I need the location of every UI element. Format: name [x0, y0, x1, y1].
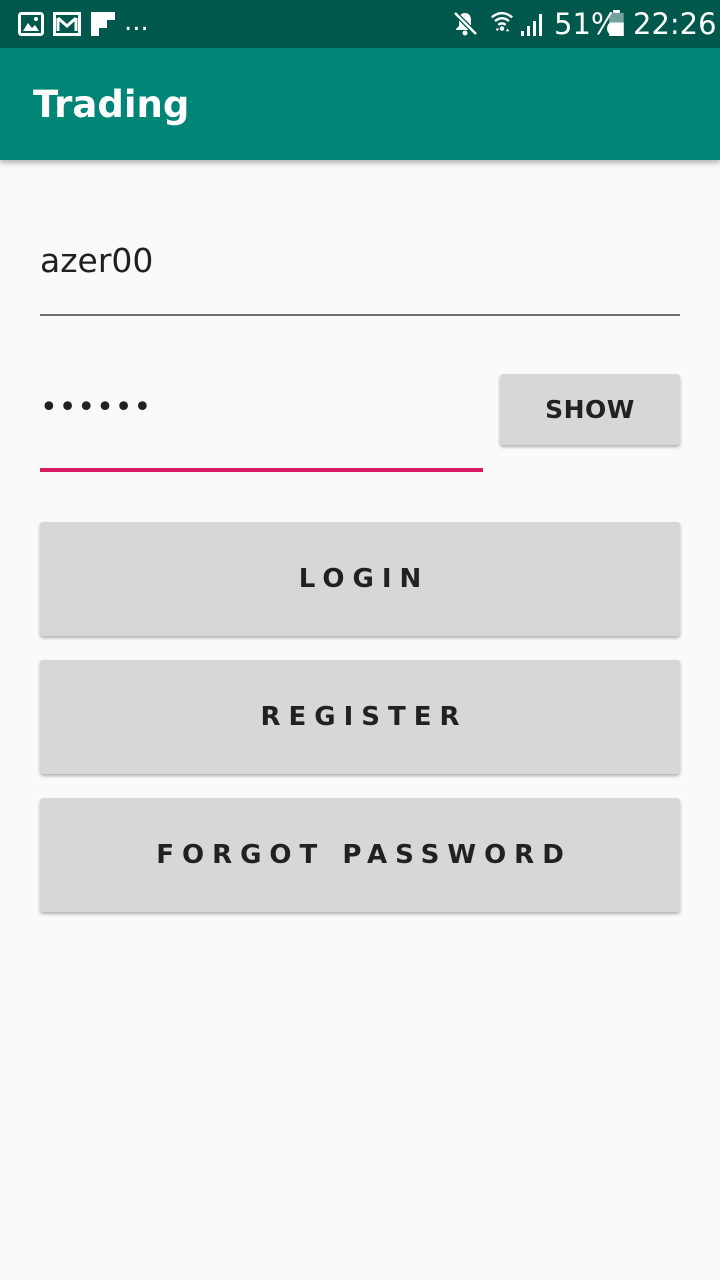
password-field[interactable]: •••••• — [40, 388, 483, 472]
forgot-password-button[interactable]: FORGOT PASSWORD — [40, 798, 680, 912]
username-field[interactable]: azer00 — [40, 238, 680, 316]
login-button[interactable]: LOGIN — [40, 522, 680, 636]
more-notifications-indicator: ... — [124, 7, 149, 37]
wifi-icon — [491, 11, 513, 32]
flipboard-icon — [91, 12, 115, 36]
gallery-icon — [18, 12, 44, 36]
status-bar: ... 51% 22:26 — [0, 0, 720, 48]
register-button[interactable]: REGISTER — [40, 660, 680, 774]
battery-icon — [609, 10, 624, 36]
password-value: •••••• — [40, 390, 153, 425]
username-value: azer00 — [40, 241, 154, 280]
gmail-icon — [53, 12, 81, 36]
app-bar: Trading — [0, 48, 720, 160]
show-password-button[interactable]: SHOW — [500, 374, 680, 445]
app-title: Trading — [33, 83, 190, 126]
clock: 22:26 — [633, 7, 717, 41]
mute-icon — [453, 11, 478, 36]
signal-icon — [521, 14, 542, 36]
